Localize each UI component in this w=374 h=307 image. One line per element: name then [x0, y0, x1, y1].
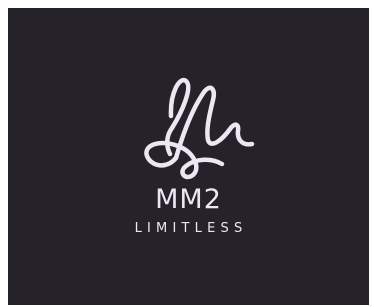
logo-card: MM2 LIMITLESS	[8, 8, 369, 305]
monogram-strokes	[144, 77, 255, 180]
brand-tagline: LIMITLESS	[134, 221, 248, 236]
script-m-monogram-icon	[144, 77, 255, 180]
monogram-stroke-swoosh	[144, 140, 225, 180]
brand-name: MM2	[155, 184, 222, 215]
